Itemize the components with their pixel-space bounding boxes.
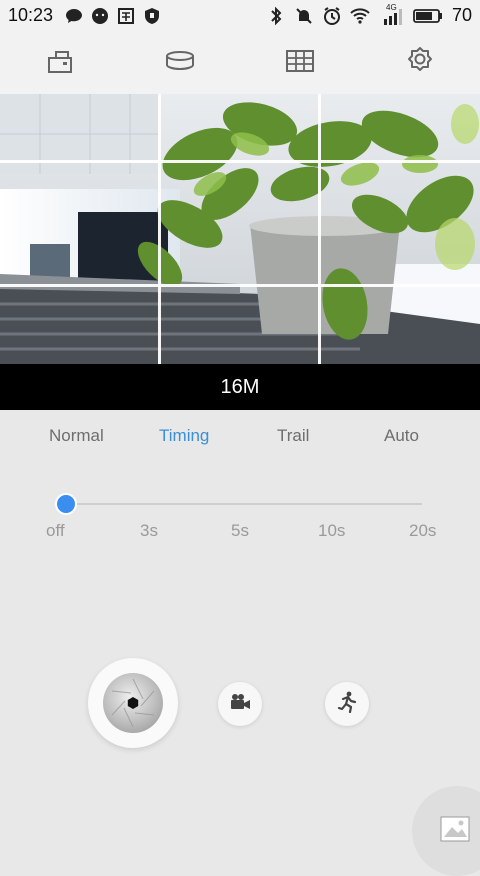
grid-button[interactable]: [280, 44, 320, 82]
panorama-icon: [164, 48, 196, 79]
mute-icon: [294, 6, 314, 26]
gallery-icon: [439, 814, 471, 849]
timer-option-10s[interactable]: 10s: [318, 521, 345, 541]
settings-button[interactable]: [400, 44, 440, 82]
alarm-icon: [322, 6, 342, 26]
viewfinder-image: [0, 94, 480, 364]
bluetooth-icon: [266, 6, 286, 26]
grid-line-h1: [0, 160, 480, 163]
running-person-icon: [337, 691, 357, 718]
timer-slider-track[interactable]: [66, 503, 422, 505]
battery-icon: [412, 6, 444, 26]
camera-toolbar: [0, 32, 480, 95]
video-camera-icon: [229, 693, 251, 716]
resolution-bar[interactable]: 16M: [0, 364, 480, 410]
tab-auto[interactable]: Auto: [384, 426, 419, 446]
resolution-label: 16M: [220, 375, 260, 398]
timer-option-off[interactable]: off: [46, 521, 65, 541]
camera-preview[interactable]: [0, 94, 480, 364]
wifi-icon: [350, 6, 370, 26]
video-button[interactable]: [218, 682, 262, 726]
grid-icon: [285, 49, 315, 78]
gallery-button[interactable]: [412, 786, 480, 876]
shield-icon: [142, 6, 162, 26]
tab-normal[interactable]: Normal: [49, 426, 104, 446]
tab-trail[interactable]: Trail: [277, 426, 309, 446]
timer-slider-knob[interactable]: [55, 493, 77, 515]
timer-option-3s[interactable]: 3s: [140, 521, 158, 541]
timer-option-20s[interactable]: 20s: [409, 521, 436, 541]
wechat-icon: [90, 6, 110, 26]
tilt-button[interactable]: [40, 44, 80, 82]
tab-timing[interactable]: Timing: [159, 426, 209, 446]
shutter-icon: [103, 673, 163, 733]
chat-bubble-icon: [64, 6, 84, 26]
grid-line-v1: [158, 94, 161, 364]
app-icon: [116, 6, 136, 26]
grid-line-v2: [318, 94, 321, 364]
settings-icon: [405, 46, 435, 81]
status-time: 10:23: [8, 5, 54, 25]
motion-button[interactable]: [325, 682, 369, 726]
panorama-button[interactable]: [160, 44, 200, 82]
battery-level: 70: [451, 5, 472, 25]
timer-option-5s[interactable]: 5s: [231, 521, 249, 541]
network-type: 4G: [386, 3, 397, 12]
tilt-icon: [45, 46, 75, 81]
shutter-button[interactable]: [88, 658, 178, 748]
status-bar: 10:23 70 4G: [0, 0, 480, 32]
grid-line-h2: [0, 284, 480, 287]
